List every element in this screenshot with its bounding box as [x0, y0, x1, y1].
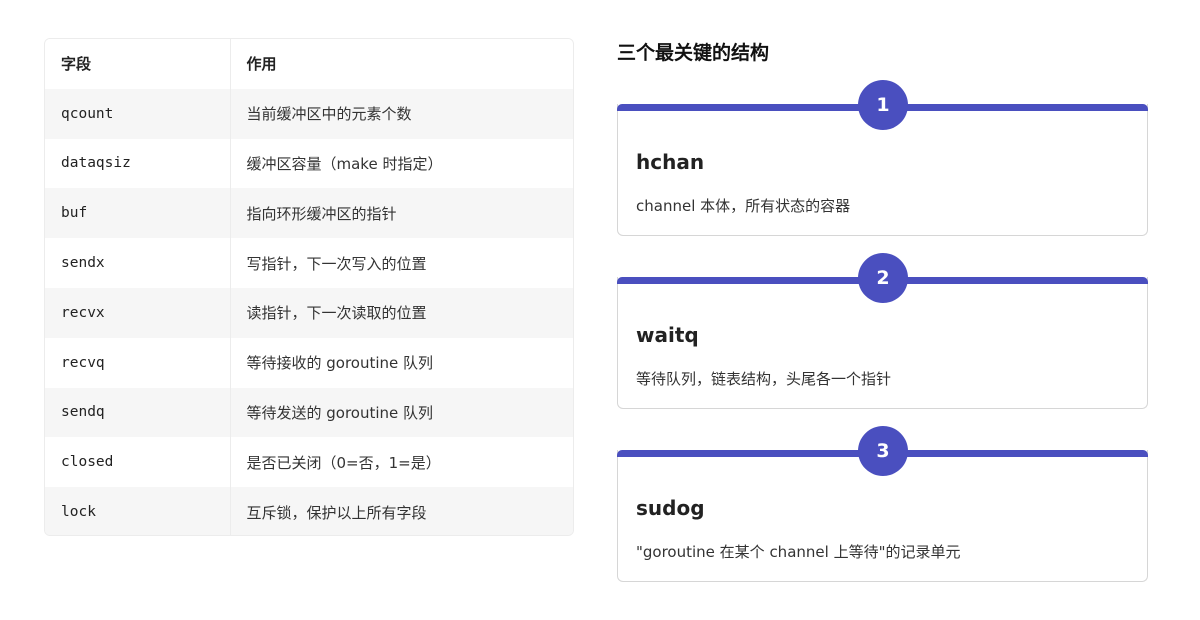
table-header-row: 字段 作用 — [45, 39, 573, 89]
table-row: sendx 写指针，下一次写入的位置 — [45, 238, 573, 288]
card-title: sudog — [636, 496, 705, 520]
field-desc: 当前缓冲区中的元素个数 — [230, 88, 573, 139]
field-desc: 读指针，下一次读取的位置 — [230, 287, 573, 338]
structure-card-sudog: 3 sudog "goroutine 在某个 channel 上等待"的记录单元 — [616, 426, 1148, 582]
field-desc: 等待发送的 goroutine 队列 — [230, 387, 573, 438]
section-title: 三个最关键的结构 — [617, 42, 770, 64]
field-desc: 等待接收的 goroutine 队列 — [230, 337, 573, 388]
fields-table-grid: 字段 作用 qcount 当前缓冲区中的元素个数 dataqsiz 缓冲区容量（… — [45, 39, 573, 535]
field-name: recvx — [45, 287, 231, 338]
card-title: hchan — [636, 150, 705, 174]
card-description: channel 本体，所有状态的容器 — [636, 197, 851, 215]
table-row: sendq 等待发送的 goroutine 队列 — [45, 387, 573, 438]
table-row: recvx 读指针，下一次读取的位置 — [45, 287, 573, 338]
card-number-badge: 2 — [858, 253, 908, 303]
table-row: dataqsiz 缓冲区容量（make 时指定） — [45, 138, 573, 189]
field-desc: 指向环形缓冲区的指针 — [230, 188, 573, 239]
field-name: closed — [45, 437, 231, 488]
field-name: buf — [45, 188, 231, 239]
field-desc: 互斥锁，保护以上所有字段 — [230, 487, 573, 535]
field-name: dataqsiz — [45, 138, 231, 189]
card-number-badge: 3 — [858, 426, 908, 476]
fields-table: 字段 作用 qcount 当前缓冲区中的元素个数 dataqsiz 缓冲区容量（… — [44, 38, 574, 536]
structure-card-hchan: 1 hchan channel 本体，所有状态的容器 — [616, 80, 1148, 236]
field-name: recvq — [45, 337, 231, 388]
table-row: qcount 当前缓冲区中的元素个数 — [45, 88, 573, 139]
card-title: waitq — [636, 323, 699, 347]
header-field: 字段 — [45, 39, 231, 89]
field-desc: 写指针，下一次写入的位置 — [230, 238, 573, 288]
table-row: buf 指向环形缓冲区的指针 — [45, 188, 573, 239]
table-row: recvq 等待接收的 goroutine 队列 — [45, 337, 573, 388]
field-desc: 是否已关闭（0=否，1=是） — [230, 437, 573, 488]
structure-card-waitq: 2 waitq 等待队列，链表结构，头尾各一个指针 — [616, 253, 1148, 409]
header-purpose: 作用 — [230, 39, 573, 89]
field-name: lock — [45, 487, 231, 535]
card-description: "goroutine 在某个 channel 上等待"的记录单元 — [636, 543, 961, 561]
field-name: sendq — [45, 387, 231, 438]
table-row: closed 是否已关闭（0=否，1=是） — [45, 437, 573, 488]
field-name: sendx — [45, 238, 231, 288]
table-row: lock 互斥锁，保护以上所有字段 — [45, 487, 573, 535]
field-desc: 缓冲区容量（make 时指定） — [230, 138, 573, 189]
card-description: 等待队列，链表结构，头尾各一个指针 — [636, 370, 892, 388]
card-number-badge: 1 — [858, 80, 908, 130]
field-name: qcount — [45, 88, 231, 139]
